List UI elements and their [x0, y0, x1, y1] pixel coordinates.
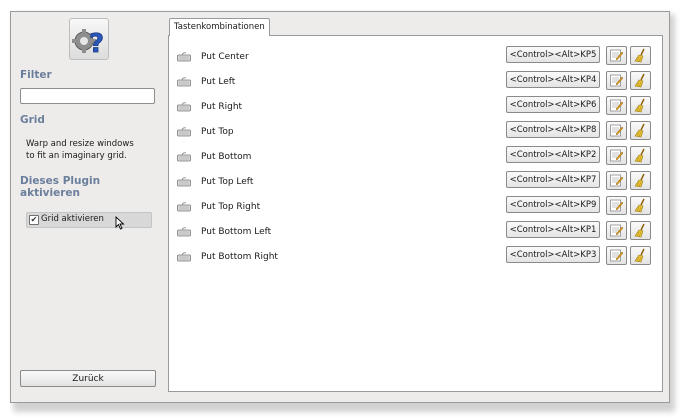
binding-row: Put Left <Control><Alt>KP4: [169, 71, 662, 96]
binding-label: Put Center: [201, 52, 249, 62]
svg-text:?: ?: [89, 29, 104, 59]
binding-row: Put Top <Control><Alt>KP8: [169, 121, 662, 146]
edit-shortcut-button[interactable]: [606, 196, 627, 215]
binding-row: Put Bottom Left <Control><Alt>KP1: [169, 221, 662, 246]
enable-checkbox[interactable]: ✔: [29, 215, 39, 225]
binding-label: Put Top Right: [201, 202, 261, 212]
plugin-name-heading: Grid: [20, 114, 45, 126]
clear-shortcut-button[interactable]: [630, 196, 651, 215]
keyboard-icon: [177, 52, 191, 65]
clear-shortcut-button[interactable]: [630, 121, 651, 140]
clear-shortcut-button[interactable]: [630, 246, 651, 265]
binding-row: Put Bottom <Control><Alt>KP2: [169, 146, 662, 171]
mouse-cursor-icon: [115, 216, 125, 230]
clear-shortcut-button[interactable]: [630, 146, 651, 165]
keyboard-icon: [177, 152, 191, 165]
edit-shortcut-button[interactable]: [606, 221, 627, 240]
shortcut-button[interactable]: <Control><Alt>KP4: [506, 71, 600, 88]
binding-label: Put Top Left: [201, 177, 254, 187]
gear-question-icon: ?: [72, 29, 104, 59]
enable-checkbox-label: Grid aktivieren: [41, 214, 104, 224]
binding-label: Put Top: [201, 127, 234, 137]
shortcut-button[interactable]: <Control><Alt>KP2: [506, 146, 600, 163]
plugin-description: Warp and resize windows to fit an imagin…: [26, 139, 134, 161]
shortcut-button[interactable]: <Control><Alt>KP7: [506, 171, 600, 188]
binding-label: Put Bottom Left: [201, 227, 272, 237]
keyboard-icon: [177, 77, 191, 90]
edit-shortcut-button[interactable]: [606, 71, 627, 90]
binding-row: Put Right <Control><Alt>KP6: [169, 96, 662, 121]
enable-heading-line2: aktivieren: [20, 187, 81, 199]
clear-shortcut-button[interactable]: [630, 221, 651, 240]
back-button[interactable]: Zurück: [20, 370, 156, 387]
keyboard-icon: [177, 102, 191, 115]
enable-plugin-toggle[interactable]: ✔ Grid aktivieren: [26, 212, 152, 228]
edit-shortcut-button[interactable]: [606, 46, 627, 65]
shortcut-button[interactable]: <Control><Alt>KP8: [506, 121, 600, 138]
edit-shortcut-button[interactable]: [606, 121, 627, 140]
keyboard-icon: [177, 202, 191, 215]
tab-shortcuts[interactable]: Tastenkombinationen: [169, 18, 270, 36]
edit-shortcut-button[interactable]: [606, 246, 627, 265]
plugin-icon: ?: [69, 18, 109, 60]
binding-label: Put Bottom Right: [201, 252, 278, 262]
shortcut-button[interactable]: <Control><Alt>KP1: [506, 221, 600, 238]
filter-input[interactable]: [20, 88, 155, 104]
binding-label: Put Bottom: [201, 152, 252, 162]
filter-heading: Filter: [20, 69, 52, 81]
shortcut-button[interactable]: <Control><Alt>KP9: [506, 196, 600, 213]
shortcut-button[interactable]: <Control><Alt>KP6: [506, 96, 600, 113]
edit-shortcut-button[interactable]: [606, 146, 627, 165]
edit-shortcut-button[interactable]: [606, 171, 627, 190]
clear-shortcut-button[interactable]: [630, 46, 651, 65]
clear-shortcut-button[interactable]: [630, 96, 651, 115]
enable-heading-line1: Dieses Plugin: [20, 175, 101, 187]
binding-row: Put Center <Control><Alt>KP5: [169, 46, 662, 71]
keyboard-icon: [177, 252, 191, 265]
binding-label: Put Right: [201, 102, 243, 112]
shortcut-button[interactable]: <Control><Alt>KP5: [506, 46, 600, 63]
keyboard-icon: [177, 227, 191, 240]
binding-label: Put Left: [201, 77, 236, 87]
clear-shortcut-button[interactable]: [630, 171, 651, 190]
enable-heading: Dieses Plugin aktivieren: [20, 175, 100, 199]
binding-row: Put Bottom Right <Control><Alt>KP3: [169, 246, 662, 271]
edit-shortcut-button[interactable]: [606, 96, 627, 115]
keyboard-icon: [177, 127, 191, 140]
plugin-settings-window: ? Filter Grid Warp and resize windows to…: [10, 11, 670, 403]
shortcut-button[interactable]: <Control><Alt>KP3: [506, 246, 600, 263]
keyboard-icon: [177, 177, 191, 190]
binding-row: Put Top Right <Control><Alt>KP9: [169, 196, 662, 221]
shortcuts-panel: Put Center <Control><Alt>KP5 Put Left <Cont…: [168, 35, 663, 392]
clear-shortcut-button[interactable]: [630, 71, 651, 90]
binding-row: Put Top Left <Control><Alt>KP7: [169, 171, 662, 196]
